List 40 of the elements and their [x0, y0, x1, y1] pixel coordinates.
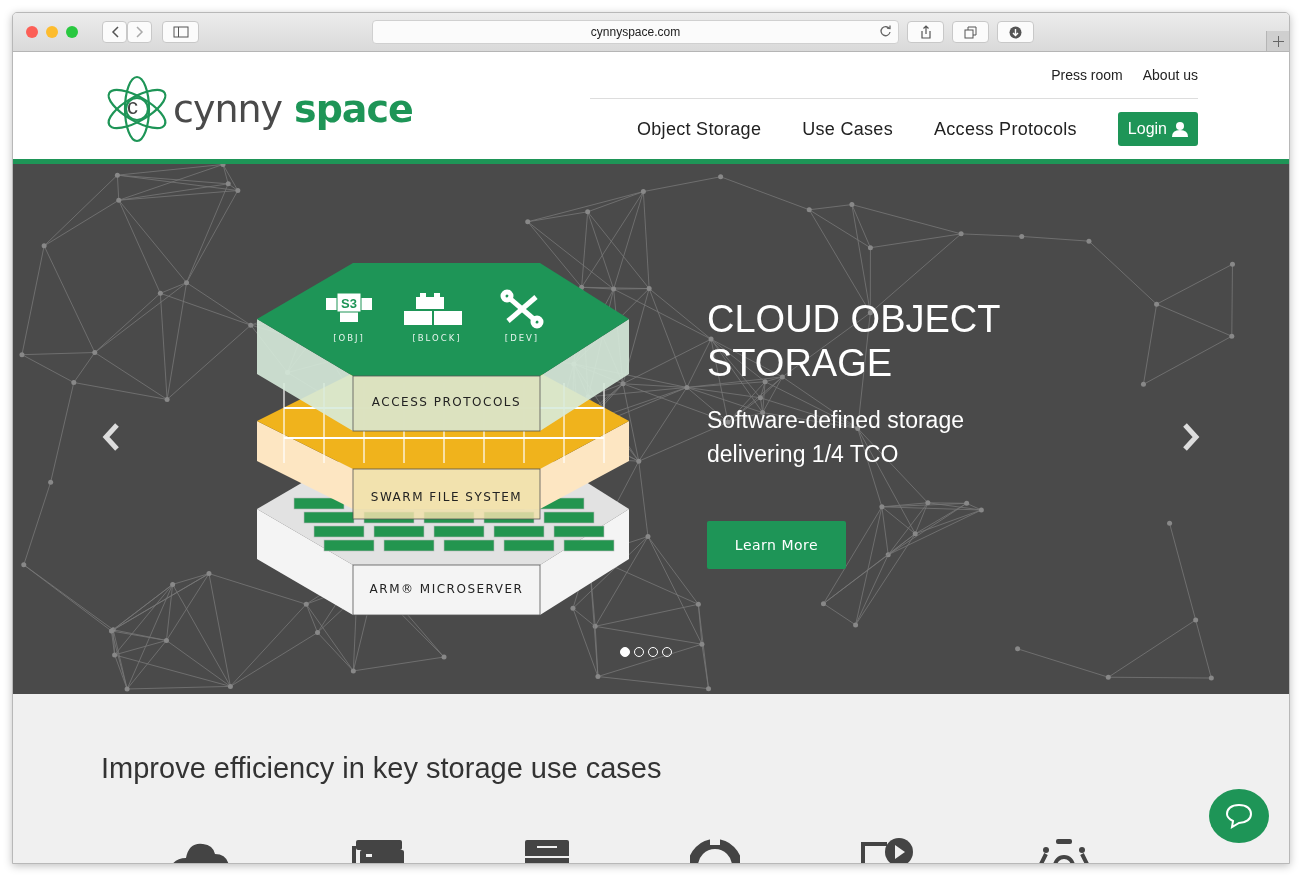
close-window-button[interactable]: [26, 26, 38, 38]
speech-bubble-icon: [1225, 803, 1253, 829]
learn-more-button[interactable]: Learn More: [707, 521, 846, 569]
tabs-icon: [964, 25, 977, 39]
user-icon: [1172, 121, 1188, 137]
icon-caption: [BLOCK]: [412, 333, 462, 343]
new-tab-button[interactable]: [1266, 31, 1289, 51]
top-link[interactable]: About us: [1142, 67, 1198, 83]
logo-wordmark[interactable]: cynny: [173, 86, 283, 131]
s3-label: S3: [341, 296, 357, 311]
hero-subtitle: Software-defined storage delivering 1/4 TCO: [707, 406, 965, 469]
share-button[interactable]: [907, 21, 944, 43]
nav-link[interactable]: Access Protocols: [934, 118, 1077, 140]
back-button[interactable]: [102, 21, 127, 43]
download-icon: [1009, 25, 1022, 39]
slide-indicator[interactable]: [620, 647, 630, 657]
top-link[interactable]: Press room: [1051, 67, 1123, 83]
address-bar[interactable]: cynnyspace.com: [372, 20, 899, 44]
sidebar-icon: [172, 26, 189, 38]
plus-icon: [1272, 35, 1284, 47]
layer-label: ACCESS PROTOCOLS: [371, 395, 522, 409]
logo-letter: c: [127, 93, 138, 120]
section-heading: Improve efficiency in key storage use cases: [101, 752, 663, 785]
chevron-left-icon: [110, 26, 119, 38]
layer-label: SWARM FILE SYSTEM: [370, 490, 523, 504]
logo-wordmark[interactable]: space: [294, 86, 413, 131]
nav-link[interactable]: Use Cases: [802, 118, 893, 140]
chevron-right-icon: [135, 26, 144, 38]
tabs-button[interactable]: [952, 21, 989, 43]
blocks-icon: [404, 293, 462, 325]
sidebar-button[interactable]: [162, 21, 199, 43]
icon-caption: [DEV]: [504, 333, 540, 343]
nav-link[interactable]: Object Storage: [636, 118, 762, 140]
reload-icon[interactable]: [879, 25, 892, 38]
layer-label: ARM® MICROSERVER: [369, 582, 524, 596]
icon-caption: [OBJ]: [333, 333, 365, 343]
hero-title: CLOUD OBJECT STORAGE: [707, 297, 1001, 385]
downloads-button[interactable]: [997, 21, 1034, 43]
share-icon: [919, 25, 932, 39]
login-button[interactable]: Login: [1117, 112, 1198, 146]
